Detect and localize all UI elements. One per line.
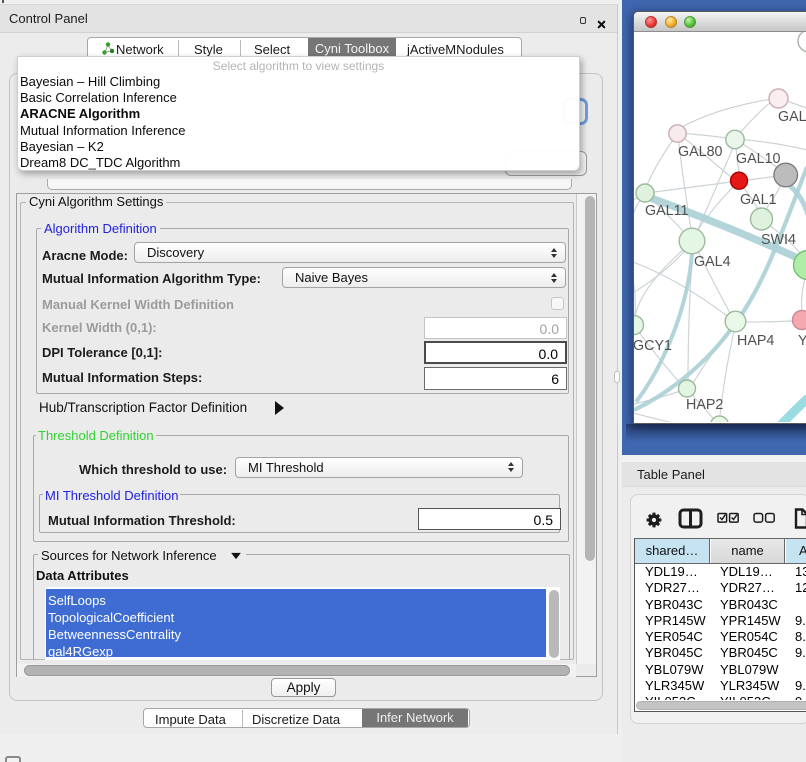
svg-text:SWI4: SWI4 bbox=[761, 232, 796, 248]
svg-text:HAP4: HAP4 bbox=[737, 333, 774, 349]
svg-text:GAL80: GAL80 bbox=[678, 144, 723, 160]
svg-text:GCY1: GCY1 bbox=[634, 338, 672, 354]
svg-text:HAP2: HAP2 bbox=[686, 397, 723, 413]
svg-text:GAL4: GAL4 bbox=[694, 254, 731, 270]
svg-text:GAL10: GAL10 bbox=[736, 151, 781, 167]
svg-text:GAL1: GAL1 bbox=[740, 192, 777, 208]
svg-text:Y: Y bbox=[798, 333, 806, 349]
svg-text:GAL7: GAL7 bbox=[778, 109, 806, 125]
svg-text:GAL11: GAL11 bbox=[645, 203, 688, 219]
